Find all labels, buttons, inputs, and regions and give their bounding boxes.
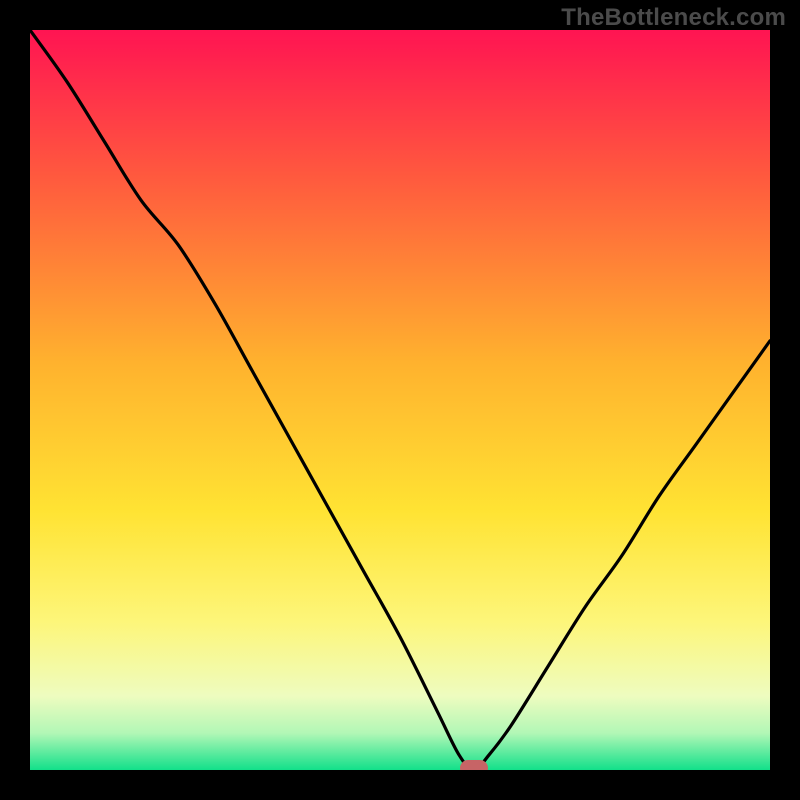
plot-area xyxy=(30,30,770,770)
gradient-background xyxy=(30,30,770,770)
bottleneck-chart xyxy=(30,30,770,770)
chart-frame: TheBottleneck.com xyxy=(0,0,800,800)
optimum-marker xyxy=(460,760,488,770)
watermark-text: TheBottleneck.com xyxy=(561,4,786,32)
